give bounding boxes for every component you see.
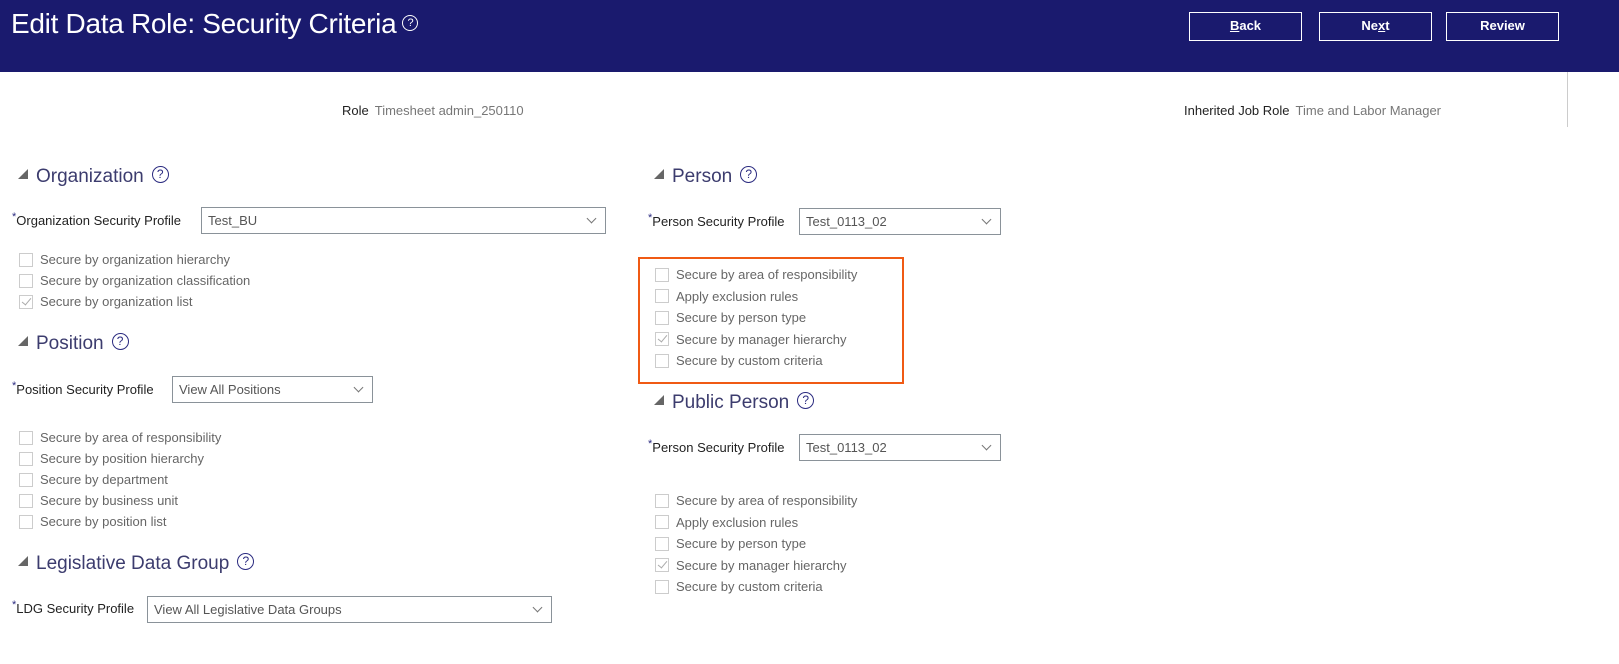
- chevron-down-icon: [532, 602, 543, 613]
- checkbox[interactable]: [655, 310, 669, 325]
- checkbox-row[interactable]: Secure by position hierarchy: [19, 451, 204, 469]
- checkbox-label: Secure by area of responsibility: [40, 430, 222, 445]
- checkbox-label: Secure by manager hierarchy: [676, 557, 847, 573]
- position-profile-select[interactable]: View All Positions: [172, 376, 373, 403]
- checkbox-label: Secure by organization classification: [40, 273, 251, 288]
- organization-profile-select[interactable]: Test_BU: [201, 207, 606, 234]
- checkbox-row[interactable]: Secure by custom criteria: [655, 579, 823, 597]
- checkbox[interactable]: [655, 579, 669, 594]
- collapse-triangle-icon[interactable]: [18, 335, 28, 346]
- section-organization[interactable]: Organization?: [18, 166, 169, 188]
- checkbox-row[interactable]: Secure by area of responsibility: [655, 493, 857, 511]
- checkbox-label: Secure by organization list: [40, 294, 193, 309]
- help-icon[interactable]: ?: [402, 14, 419, 31]
- back-button[interactable]: Back: [1189, 12, 1302, 41]
- checkbox-row[interactable]: Secure by person type: [655, 310, 806, 328]
- checkbox-row[interactable]: Secure by business unit: [19, 493, 178, 511]
- checkbox-label: Secure by person type: [676, 536, 807, 551]
- inherited-role-label: Inherited Job Role: [1184, 103, 1290, 118]
- help-icon[interactable]: ?: [797, 392, 815, 410]
- help-icon[interactable]: ?: [740, 166, 758, 184]
- checkbox-label: Secure by position hierarchy: [40, 451, 205, 466]
- checkbox-row[interactable]: Secure by organization classification: [19, 273, 250, 291]
- role-info: Role Timesheet admin_250110: [342, 103, 524, 118]
- checkbox-label: Apply exclusion rules: [676, 514, 799, 530]
- checkbox[interactable]: [19, 273, 33, 288]
- person-profile-label: *Person Security Profile: [648, 212, 785, 229]
- checkbox[interactable]: [19, 451, 33, 466]
- inherited-role-info: Inherited Job Role Time and Labor Manager: [1184, 103, 1441, 118]
- public-person-profile-label: *Person Security Profile: [648, 438, 785, 455]
- person-profile-select[interactable]: Test_0113_02: [799, 208, 1001, 235]
- checkbox-label: Secure by position list: [40, 514, 167, 529]
- chevron-down-icon: [981, 214, 992, 225]
- page-title: Edit Data Role: Security Criteria?: [11, 8, 419, 40]
- review-button[interactable]: Review: [1446, 12, 1559, 41]
- checkbox[interactable]: [19, 430, 33, 445]
- checkbox-row[interactable]: Secure by manager hierarchy: [655, 558, 847, 576]
- section-legislative-data-group[interactable]: Legislative Data Group?: [18, 553, 255, 575]
- position-profile-label: *Position Security Profile: [12, 380, 154, 397]
- checkbox-row[interactable]: Secure by department: [19, 472, 168, 490]
- checkbox-row[interactable]: Secure by area of responsibility: [19, 430, 221, 448]
- checkbox-label: Secure by manager hierarchy: [676, 331, 847, 347]
- checkbox-label: Secure by department: [40, 472, 168, 487]
- checkbox[interactable]: [19, 252, 33, 267]
- checkbox[interactable]: [19, 514, 33, 529]
- checkbox[interactable]: [19, 472, 33, 487]
- checkbox-row[interactable]: Secure by position list: [19, 514, 166, 532]
- checkbox-label: Apply exclusion rules: [676, 288, 799, 304]
- collapse-triangle-icon[interactable]: [654, 394, 664, 405]
- help-icon[interactable]: ?: [237, 553, 255, 571]
- checkbox[interactable]: [19, 493, 33, 508]
- checkbox[interactable]: [655, 353, 669, 368]
- help-icon[interactable]: ?: [111, 333, 129, 351]
- public-person-profile-select[interactable]: Test_0113_02: [799, 434, 1001, 461]
- checkbox[interactable]: [655, 515, 669, 530]
- section-person[interactable]: Person?: [654, 166, 758, 188]
- checkbox-row[interactable]: Secure by manager hierarchy: [655, 332, 847, 350]
- next-button[interactable]: Next: [1319, 12, 1432, 41]
- chevron-down-icon: [981, 440, 992, 451]
- section-public-person[interactable]: Public Person?: [654, 392, 815, 414]
- checkbox[interactable]: [655, 493, 669, 508]
- collapse-triangle-icon[interactable]: [654, 168, 664, 179]
- divider: [1567, 72, 1568, 127]
- chevron-down-icon: [353, 382, 364, 393]
- help-icon[interactable]: ?: [151, 166, 169, 184]
- ldg-profile-select[interactable]: View All Legislative Data Groups: [147, 596, 552, 623]
- checkbox[interactable]: [655, 536, 669, 551]
- checkbox-label: Secure by custom criteria: [676, 579, 823, 594]
- checkbox-row[interactable]: Apply exclusion rules: [655, 289, 798, 307]
- checkbox-checked[interactable]: [19, 294, 33, 309]
- ldg-profile-label: *LDG Security Profile: [12, 599, 135, 616]
- checkbox-row[interactable]: Secure by organization hierarchy: [19, 252, 230, 270]
- organization-profile-label: *Organization Security Profile: [12, 211, 182, 228]
- inherited-role-value: Time and Labor Manager: [1295, 103, 1442, 118]
- role-label: Role: [342, 103, 369, 118]
- checkbox-label: Secure by area of responsibility: [676, 267, 858, 282]
- checkbox-row[interactable]: Secure by custom criteria: [655, 353, 823, 371]
- checkbox-label: Secure by organization hierarchy: [40, 252, 231, 267]
- checkbox-label: Secure by business unit: [40, 493, 179, 508]
- collapse-triangle-icon[interactable]: [18, 168, 28, 179]
- page-header: Edit Data Role: Security Criteria? Back …: [0, 0, 1619, 72]
- checkbox-label: Secure by area of responsibility: [676, 493, 858, 508]
- checkbox-row[interactable]: Secure by person type: [655, 536, 806, 554]
- collapse-triangle-icon[interactable]: [18, 555, 28, 566]
- checkbox-label: Secure by person type: [676, 310, 807, 325]
- section-position[interactable]: Position?: [18, 333, 129, 355]
- checkbox-row[interactable]: Secure by organization list: [19, 294, 192, 312]
- checkbox[interactable]: [655, 289, 669, 304]
- checkbox-row[interactable]: Apply exclusion rules: [655, 515, 798, 533]
- role-value: Timesheet admin_250110: [374, 103, 524, 118]
- chevron-down-icon: [586, 213, 597, 224]
- checkbox-checked[interactable]: [655, 558, 669, 573]
- checkbox-label: Secure by custom criteria: [676, 353, 823, 368]
- checkbox-row[interactable]: Secure by area of responsibility: [655, 267, 857, 285]
- checkbox-checked[interactable]: [655, 332, 669, 347]
- checkbox[interactable]: [655, 267, 669, 282]
